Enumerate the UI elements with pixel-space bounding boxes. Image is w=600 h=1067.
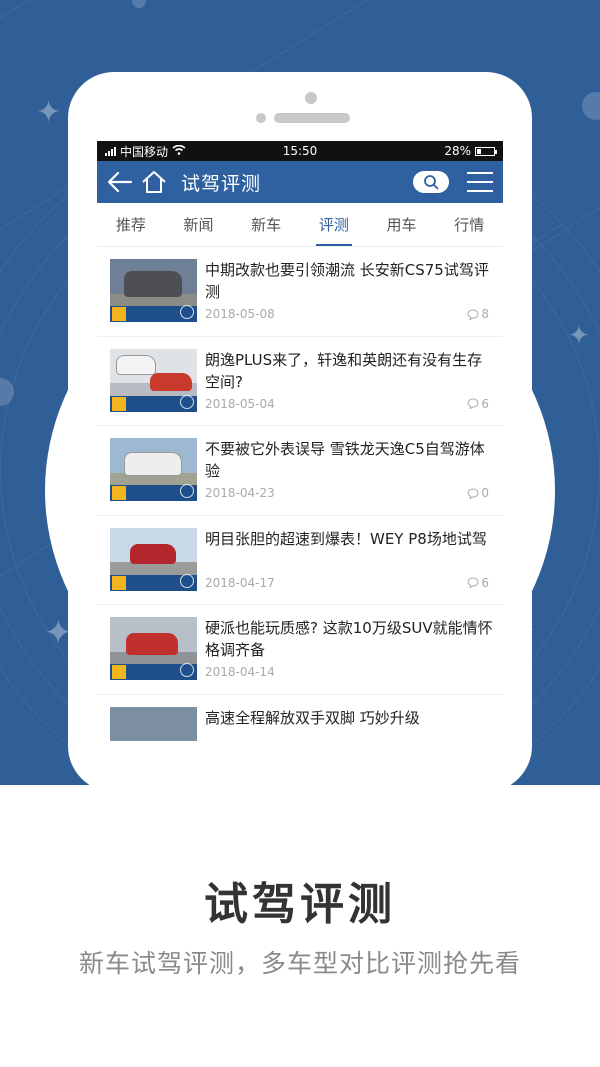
arrow-left-icon bbox=[107, 171, 133, 193]
home-icon bbox=[142, 171, 166, 193]
article-thumbnail bbox=[110, 706, 197, 741]
article-item[interactable]: 硬派也能玩质感? 这款10万级SUV就能情怀格调齐备 2018-04-14 bbox=[97, 605, 503, 695]
status-bar: 中国移动 15:50 28% bbox=[97, 141, 503, 161]
article-item[interactable]: 朗逸PLUS来了，轩逸和英朗还有没有生存空间? 2018-05-04 6 bbox=[97, 337, 503, 426]
comment-count-value: 6 bbox=[481, 396, 489, 411]
back-button[interactable] bbox=[105, 161, 135, 203]
article-item[interactable]: 中期改款也要引领潮流 长安新CS75试驾评测 2018-05-08 8 bbox=[97, 247, 503, 337]
article-title: 朗逸PLUS来了，轩逸和英朗还有没有生存空间? bbox=[205, 350, 483, 391]
article-thumbnail bbox=[110, 438, 197, 501]
comment-count-value: 8 bbox=[481, 307, 489, 321]
sparkle-icon: ✦ bbox=[36, 95, 62, 130]
feature-title: 试驾评测 bbox=[204, 879, 396, 930]
comment-count-value: 0 bbox=[481, 486, 489, 500]
tab-reviews[interactable]: 评测 bbox=[300, 203, 368, 246]
article-thumbnail bbox=[110, 617, 197, 680]
article-item[interactable]: 不要被它外表误导 雪铁龙天逸C5自驾游体验 2018-04-23 0 bbox=[97, 426, 503, 516]
article-item[interactable]: 明目张胆的超速到爆表！WEY P8场地试驾 2018-04-17 6 bbox=[97, 516, 503, 605]
tab-car-usage[interactable]: 用车 bbox=[368, 203, 436, 246]
article-item[interactable]: 高速全程解放双手双脚 巧妙升级 bbox=[97, 695, 503, 741]
background-dot bbox=[582, 92, 600, 120]
article-date: 2018-05-08 bbox=[205, 307, 275, 321]
comment-icon bbox=[467, 398, 479, 409]
article-date: 2018-04-14 bbox=[205, 665, 275, 679]
menu-icon bbox=[467, 172, 493, 174]
article-title: 中期改款也要引领潮流 长安新CS75试驾评测 bbox=[205, 261, 489, 301]
menu-button[interactable] bbox=[467, 172, 493, 192]
phone-speaker bbox=[274, 113, 350, 123]
category-tabs: 推荐 新闻 新车 评测 用车 行情 bbox=[97, 203, 503, 247]
search-icon bbox=[424, 175, 439, 190]
article-list: 中期改款也要引领潮流 长安新CS75试驾评测 2018-05-08 8 朗逸PL… bbox=[97, 247, 503, 741]
article-thumbnail bbox=[110, 348, 197, 412]
article-thumbnail bbox=[110, 527, 197, 591]
comment-count: 6 bbox=[467, 397, 489, 411]
comment-count: 0 bbox=[467, 486, 489, 500]
phone-screen: 中国移动 15:50 28% 试驾评测 推荐 新闻 新车 评测 用车 行情 中期… bbox=[97, 141, 503, 741]
battery-icon bbox=[475, 146, 497, 156]
page-title: 试驾评测 bbox=[181, 172, 262, 195]
top-navigation-bar: 试驾评测 bbox=[97, 161, 503, 203]
tab-recommend[interactable]: 推荐 bbox=[97, 203, 165, 246]
article-date: 2018-05-04 bbox=[205, 396, 275, 411]
article-title: 高速全程解放双手双脚 巧妙升级 bbox=[205, 708, 420, 727]
phone-sensor bbox=[256, 113, 266, 123]
background-dot bbox=[132, 0, 146, 8]
tab-new-cars[interactable]: 新车 bbox=[232, 203, 300, 246]
article-title: 硬派也能玩质感? 这款10万级SUV就能情怀格调齐备 bbox=[205, 619, 493, 659]
comment-icon bbox=[467, 308, 479, 320]
comment-icon bbox=[467, 487, 479, 499]
article-title: 明目张胆的超速到爆表！WEY P8场地试驾 bbox=[205, 529, 487, 548]
comment-count: 8 bbox=[467, 307, 489, 321]
article-title: 不要被它外表误导 雪铁龙天逸C5自驾游体验 bbox=[205, 440, 485, 480]
tab-market[interactable]: 行情 bbox=[435, 203, 503, 246]
comment-count: 6 bbox=[467, 576, 489, 590]
search-button[interactable] bbox=[413, 171, 449, 193]
phone-camera bbox=[305, 92, 317, 104]
article-date: 2018-04-17 bbox=[205, 575, 275, 590]
comment-icon bbox=[467, 577, 479, 588]
tab-news[interactable]: 新闻 bbox=[165, 203, 233, 246]
article-thumbnail bbox=[110, 259, 197, 322]
status-time: 15:50 bbox=[282, 144, 318, 158]
feature-subtitle: 新车试驾评测，多车型对比评测抢先看 bbox=[78, 949, 521, 978]
sparkle-icon: ✦ bbox=[568, 321, 590, 351]
comment-count-value: 6 bbox=[481, 575, 489, 590]
article-date: 2018-04-23 bbox=[205, 486, 275, 500]
home-button[interactable] bbox=[139, 161, 169, 203]
